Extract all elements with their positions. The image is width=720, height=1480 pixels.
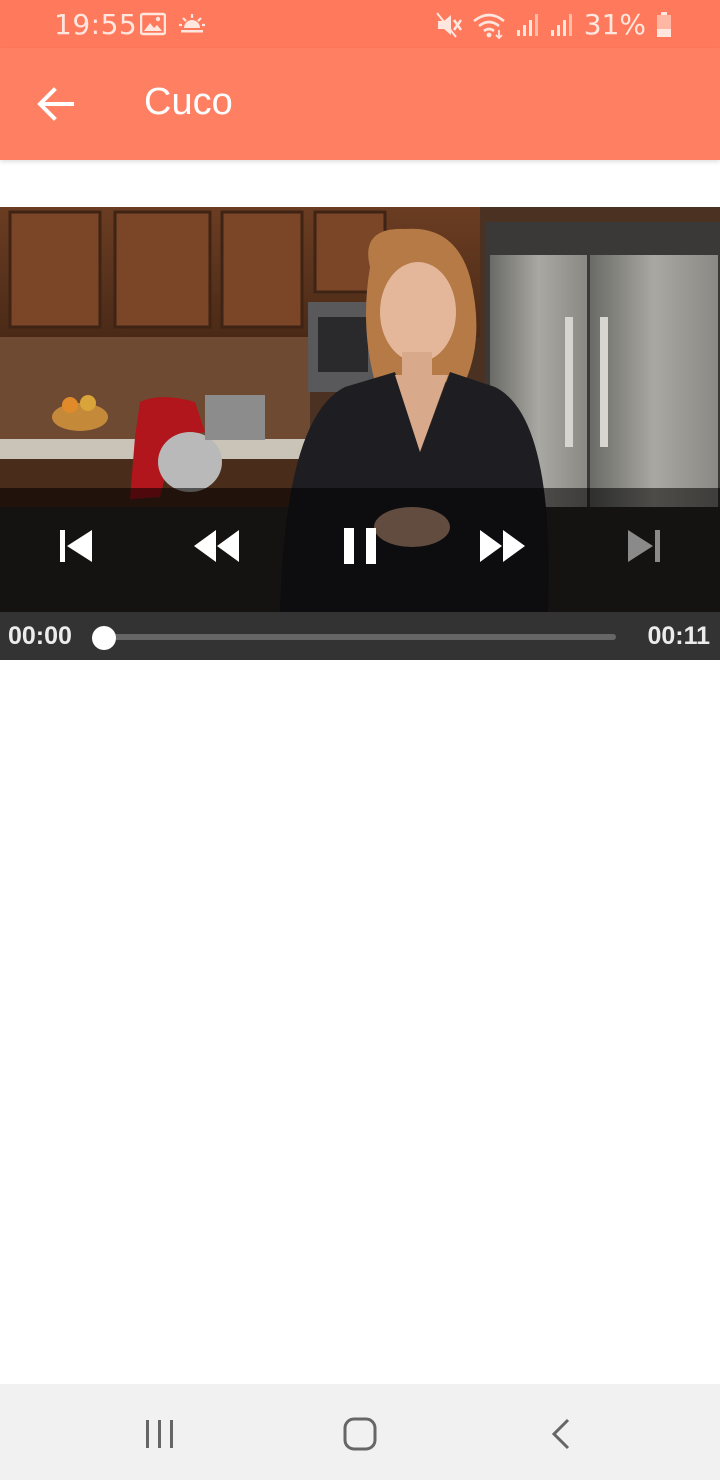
back-button[interactable] — [36, 86, 76, 122]
recent-apps-button[interactable] — [140, 1414, 180, 1454]
image-icon — [140, 12, 166, 36]
nav-back-button[interactable] — [542, 1414, 582, 1454]
weather-icon — [178, 12, 206, 36]
app-bar: Cuco — [0, 48, 720, 160]
fast-forward-button[interactable] — [478, 522, 526, 570]
home-button[interactable] — [340, 1414, 380, 1454]
progress-bar: 00:00 00:11 — [0, 612, 720, 660]
status-bar: 19:55 31% — [0, 0, 720, 48]
back-icon — [542, 1414, 582, 1454]
player-controls — [0, 488, 720, 612]
signal-icon — [550, 12, 574, 38]
recent-apps-icon — [140, 1414, 180, 1454]
pause-icon — [336, 522, 384, 570]
seek-track[interactable] — [104, 634, 616, 640]
fast-forward-icon — [478, 522, 526, 570]
video-player[interactable]: 00:00 00:11 — [0, 207, 720, 660]
pause-button[interactable] — [336, 522, 384, 570]
rewind-icon — [192, 522, 240, 570]
home-icon — [340, 1414, 380, 1454]
skip-next-icon — [620, 522, 668, 570]
signal-icon — [516, 12, 540, 38]
status-right-icons: 31% — [435, 8, 672, 41]
skip-previous-icon — [52, 522, 100, 570]
wifi-icon — [472, 11, 506, 39]
page-title: Cuco — [144, 81, 233, 123]
rewind-button[interactable] — [192, 522, 240, 570]
battery-icon — [656, 11, 672, 38]
seek-thumb[interactable] — [92, 626, 116, 650]
current-time: 00:00 — [8, 622, 72, 650]
navigation-bar — [0, 1384, 720, 1480]
battery-percent: 31% — [583, 8, 646, 41]
duration: 00:11 — [647, 622, 710, 650]
skip-previous-button[interactable] — [52, 522, 100, 570]
skip-next-button[interactable] — [620, 522, 668, 570]
status-time: 19:55 — [54, 8, 138, 41]
mute-icon — [435, 11, 462, 39]
status-left-icons — [140, 12, 206, 36]
arrow-back-icon — [36, 86, 76, 122]
